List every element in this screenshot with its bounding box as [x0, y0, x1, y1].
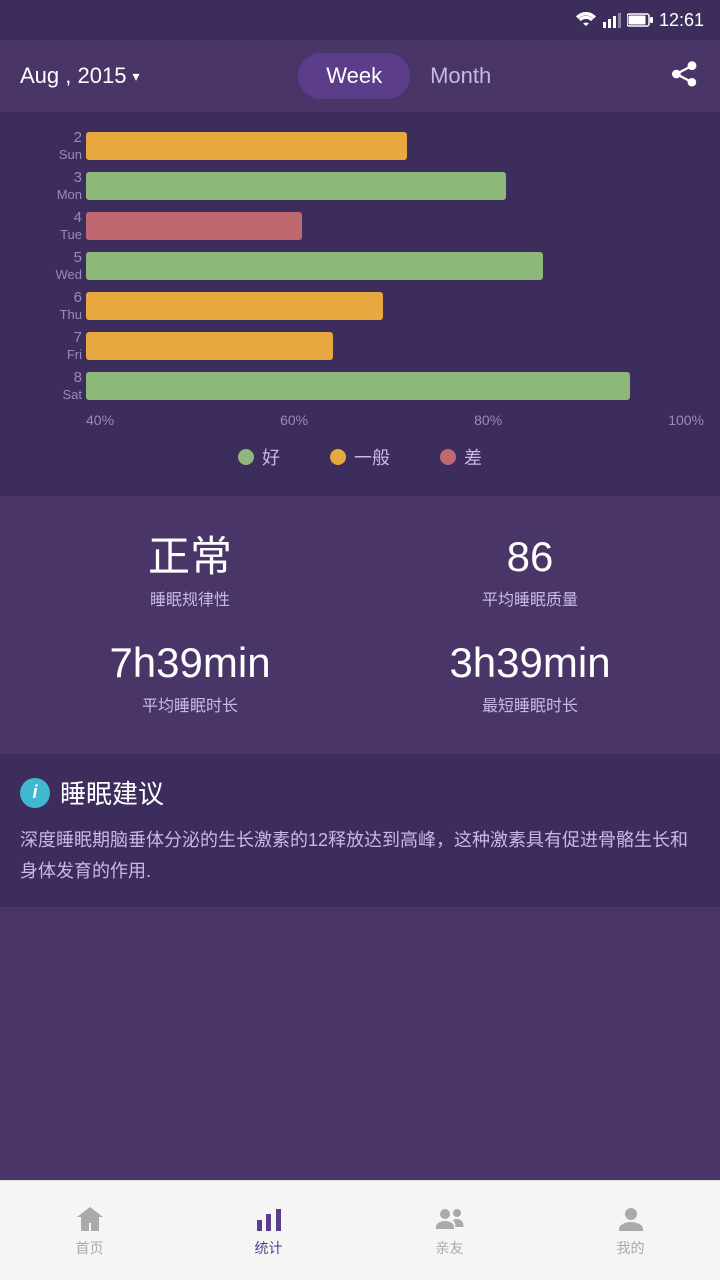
legend-label: 好: [262, 444, 280, 470]
stat-value: 正常: [30, 534, 350, 580]
stat-item-1: 86 平均睡眠质量: [370, 534, 690, 610]
chart-day-label: 6 Thu: [16, 289, 82, 323]
stat-label: 平均睡眠质量: [370, 586, 690, 610]
bar: [86, 292, 383, 320]
status-icons: 12:61: [575, 10, 704, 31]
home-icon: [75, 1204, 105, 1234]
stat-value: 86: [370, 534, 690, 580]
bar-track: [86, 332, 704, 360]
nav-label-home: 首页: [76, 1238, 104, 1258]
chart-day-label: 4 Tue: [16, 209, 82, 243]
bar-track: [86, 172, 704, 200]
x-axis-label: 80%: [474, 412, 502, 428]
bar-track: [86, 132, 704, 160]
status-bar: 12:61: [0, 0, 720, 40]
stat-label: 最短睡眠时长: [370, 692, 690, 716]
tab-month[interactable]: Month: [410, 53, 511, 99]
advice-title: 睡眠建议: [60, 774, 164, 811]
advice-text: 深度睡眠期脑垂体分泌的生长激素的12释放达到高峰，这种激素具有促进骨骼生长和身体…: [20, 825, 700, 886]
stat-value: 3h39min: [370, 640, 690, 686]
bar: [86, 132, 407, 160]
stats-icon: [254, 1204, 284, 1234]
status-time: 12:61: [659, 10, 704, 31]
stat-item-2: 7h39min 平均睡眠时长: [30, 640, 350, 716]
chart-row: 7 Fri: [86, 332, 704, 360]
chart-row: 2 Sun: [86, 132, 704, 160]
bar: [86, 372, 630, 400]
x-axis: 40% 60% 80% 100%: [16, 412, 704, 428]
advice-header: i 睡眠建议: [20, 774, 700, 811]
chart-day-label: 2 Sun: [16, 129, 82, 163]
chart-section: 2 Sun 3 Mon 4 Tue 5 Wed 6: [0, 112, 720, 496]
chart-row: 6 Thu: [86, 292, 704, 320]
bar-track: [86, 252, 704, 280]
legend-dot: [440, 449, 456, 465]
stat-value: 7h39min: [30, 640, 350, 686]
bar: [86, 252, 543, 280]
legend-label: 一般: [354, 444, 390, 470]
date-selector[interactable]: Aug , 2015 ▾: [20, 63, 139, 89]
legend: 好 一般 差: [16, 444, 704, 486]
header: Aug , 2015 ▾ Week Month: [0, 40, 720, 112]
nav-item-stats[interactable]: 统计: [254, 1204, 284, 1258]
legend-label: 差: [464, 444, 482, 470]
chart-container: 2 Sun 3 Mon 4 Tue 5 Wed 6: [16, 132, 704, 400]
date-label: Aug , 2015: [20, 63, 126, 89]
nav-item-friends[interactable]: 亲友: [433, 1204, 467, 1258]
friends-icon: [433, 1204, 467, 1234]
legend-item: 好: [238, 444, 280, 470]
x-axis-label: 60%: [280, 412, 308, 428]
bar-track: [86, 292, 704, 320]
tab-group: Week Month: [298, 53, 511, 99]
stats-section: 正常睡眠规律性 86 平均睡眠质量 7h39min 平均睡眠时长 3h39min 最短睡眠时…: [0, 506, 720, 744]
signal-icon: [603, 12, 621, 28]
chart-day-label: 5 Wed: [16, 249, 82, 283]
chart-row: 5 Wed: [86, 252, 704, 280]
wifi-icon: [575, 12, 597, 28]
legend-dot: [238, 449, 254, 465]
chart-day-label: 3 Mon: [16, 169, 82, 203]
legend-item: 一般: [330, 444, 390, 470]
x-axis-label: 40%: [86, 412, 114, 428]
stats-grid: 正常睡眠规律性 86 平均睡眠质量 7h39min 平均睡眠时长 3h39min 最短睡眠时…: [30, 534, 690, 716]
info-icon: i: [20, 778, 50, 808]
bar: [86, 172, 506, 200]
bottom-nav: 首页 统计 亲友 我的: [0, 1180, 720, 1280]
bar-track: [86, 212, 704, 240]
stat-label: 睡眠规律性: [30, 586, 350, 610]
stat-item-0: 正常睡眠规律性: [30, 534, 350, 610]
bar-track: [86, 372, 704, 400]
battery-icon: [627, 13, 653, 27]
tab-week[interactable]: Week: [298, 53, 410, 99]
bar: [86, 332, 333, 360]
legend-dot: [330, 449, 346, 465]
share-button[interactable]: [670, 58, 700, 95]
date-arrow-icon: ▾: [132, 68, 139, 85]
nav-label-stats: 统计: [255, 1238, 283, 1258]
chart-row: 8 Sat: [86, 372, 704, 400]
stat-label: 平均睡眠时长: [30, 692, 350, 716]
x-axis-label: 100%: [668, 412, 704, 428]
profile-icon: [616, 1204, 646, 1234]
bar: [86, 212, 302, 240]
chart-row: 3 Mon: [86, 172, 704, 200]
nav-label-friends: 亲友: [436, 1238, 464, 1258]
chart-day-label: 8 Sat: [16, 369, 82, 403]
legend-item: 差: [440, 444, 482, 470]
stat-item-3: 3h39min 最短睡眠时长: [370, 640, 690, 716]
nav-item-home[interactable]: 首页: [75, 1204, 105, 1258]
chart-row: 4 Tue: [86, 212, 704, 240]
chart-day-label: 7 Fri: [16, 329, 82, 363]
nav-item-profile[interactable]: 我的: [616, 1204, 646, 1258]
advice-section: i 睡眠建议 深度睡眠期脑垂体分泌的生长激素的12释放达到高峰，这种激素具有促进…: [0, 754, 720, 906]
nav-label-profile: 我的: [617, 1238, 645, 1258]
